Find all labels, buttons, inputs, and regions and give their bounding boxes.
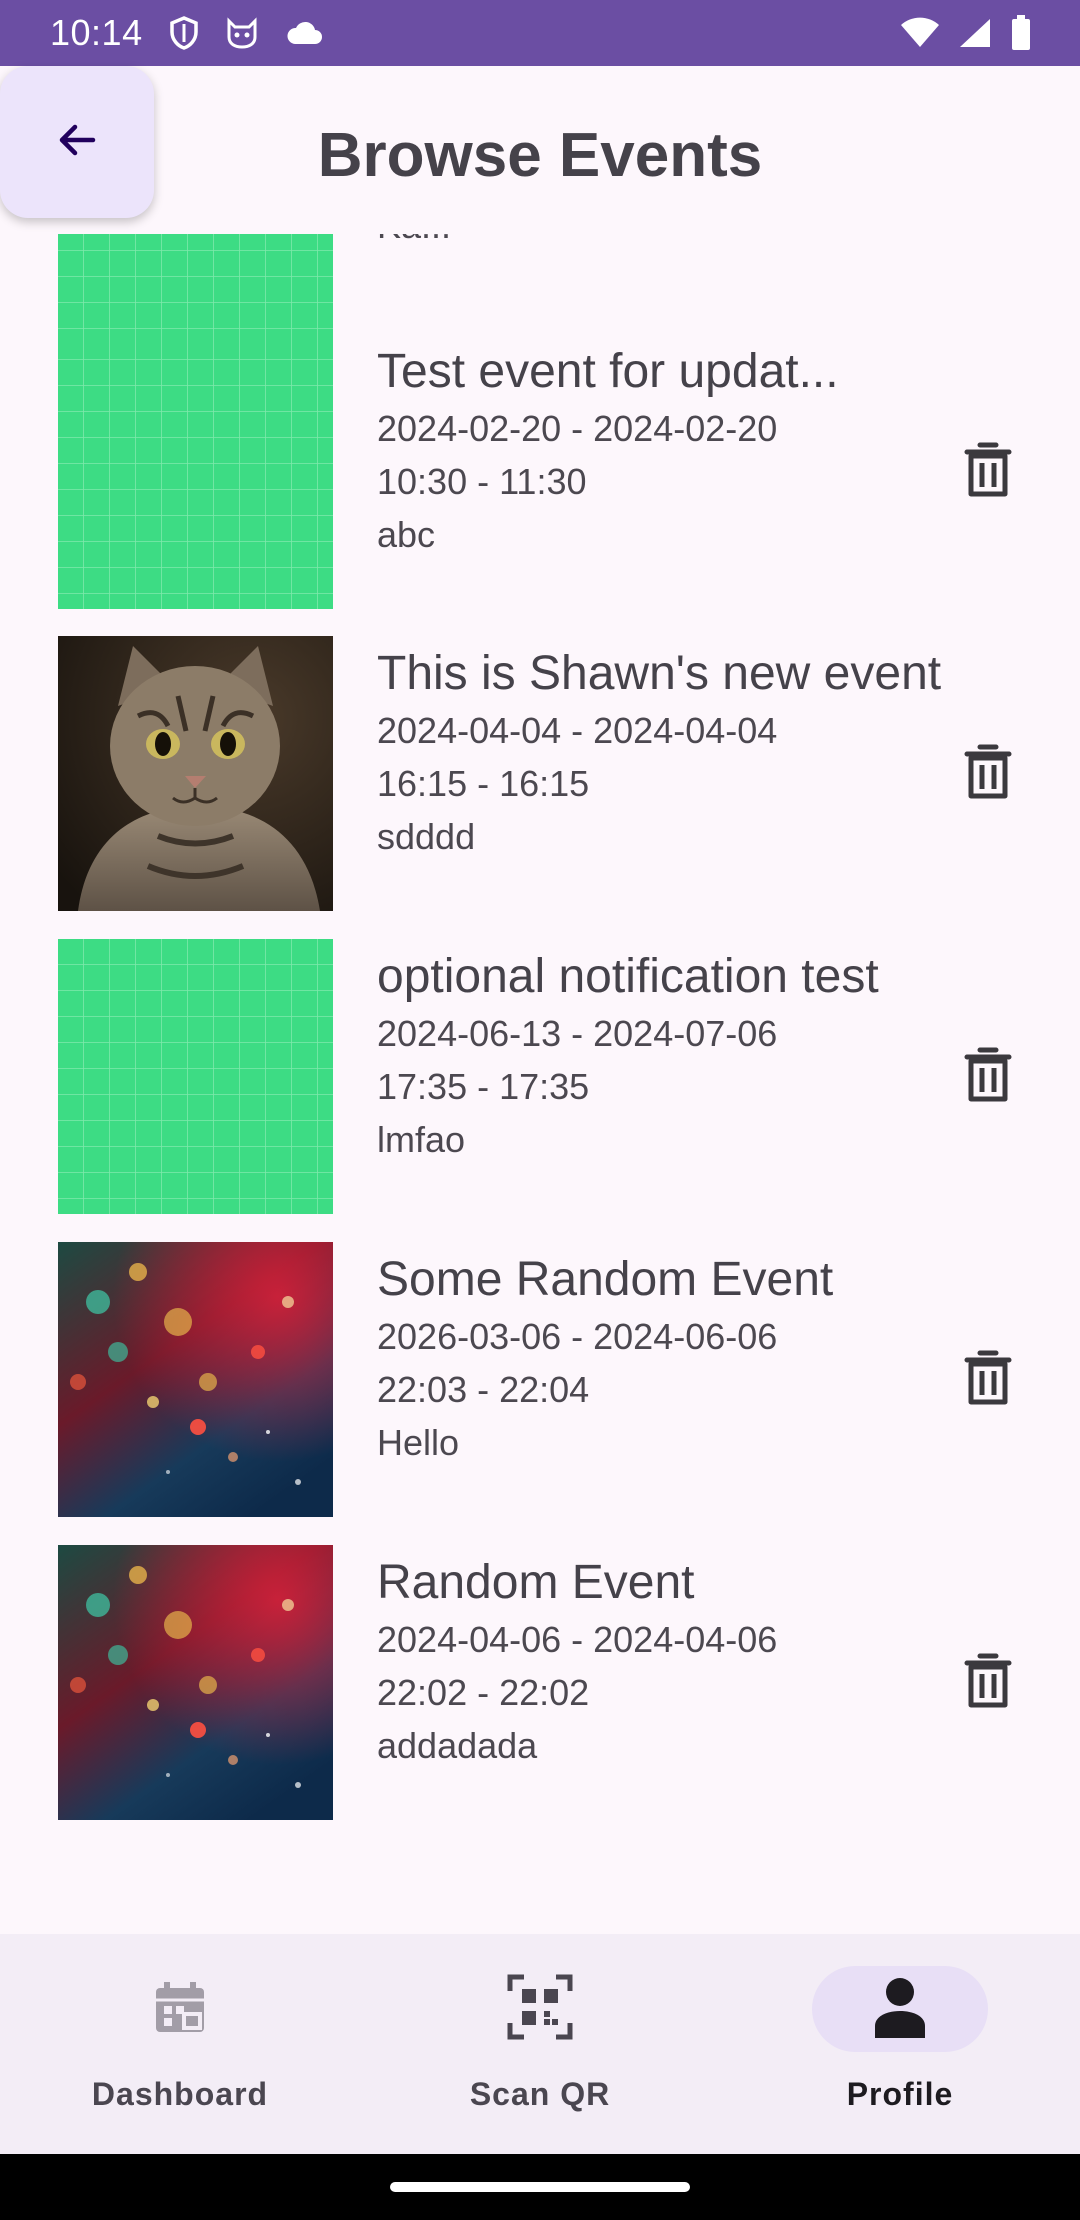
event-title: This is Shawn's new event bbox=[377, 647, 942, 700]
event-details: Random Event 2024-04-06 - 2024-04-06 22:… bbox=[377, 1553, 957, 1772]
trash-icon bbox=[963, 1653, 1013, 1714]
status-bar: 10:14 bbox=[0, 0, 1080, 66]
status-right bbox=[900, 15, 1032, 51]
trash-icon bbox=[963, 744, 1013, 805]
event-details: This is Shawn's new event 2024-04-04 - 2… bbox=[377, 644, 957, 863]
browse-events-screen: 10:14 Browse Events Test event for updat… bbox=[0, 0, 1080, 2220]
wifi-icon bbox=[900, 17, 940, 49]
event-image-bokeh bbox=[58, 1545, 333, 1820]
delete-event-button[interactable] bbox=[950, 1645, 1026, 1721]
event-times: 16:15 - 16:15 bbox=[377, 763, 590, 804]
event-location: sdddd bbox=[377, 816, 476, 857]
trash-icon bbox=[963, 1047, 1013, 1108]
event-location: addadada bbox=[377, 1725, 538, 1766]
event-image-placeholder bbox=[58, 939, 333, 1214]
event-title: optional notification test bbox=[377, 950, 879, 1003]
event-title: Random Event bbox=[377, 1556, 695, 1609]
event-times: 22:03 - 22:04 bbox=[377, 1369, 590, 1410]
cloud-icon bbox=[285, 20, 323, 46]
nav-label: Profile bbox=[846, 2076, 954, 2112]
event-details: Test event for updat... 2024-02-20 - 202… bbox=[377, 342, 957, 561]
event-row[interactable]: This is Shawn's new event 2024-04-04 - 2… bbox=[0, 636, 1080, 911]
nav-label: Dashboard bbox=[91, 2076, 269, 2112]
event-title: Test event for updat... bbox=[377, 345, 839, 398]
nav-label: Scan QR bbox=[469, 2076, 611, 2112]
event-row[interactable]: Random Event 2024-04-06 - 2024-04-06 22:… bbox=[0, 1545, 1080, 1820]
event-dates: 2024-04-06 - 2024-04-06 bbox=[377, 1619, 778, 1660]
event-times: 22:02 - 22:02 bbox=[377, 1672, 590, 1713]
shield-icon bbox=[169, 16, 199, 50]
nav-item-scan-qr[interactable]: Scan QR bbox=[360, 1934, 720, 2154]
status-left: 10:14 bbox=[50, 12, 323, 54]
event-times: 10:30 - 11:30 bbox=[377, 461, 587, 502]
trash-icon bbox=[963, 442, 1013, 503]
event-title: Some Random Event bbox=[377, 1253, 834, 1306]
event-location: Hello bbox=[377, 1422, 460, 1463]
person-icon bbox=[873, 1976, 927, 2043]
calendar-icon bbox=[152, 1980, 208, 2039]
event-row[interactable]: Test event for updat... 2024-02-20 - 202… bbox=[0, 334, 1080, 609]
event-list[interactable]: Ka... Test event for updat... 2024-02-20… bbox=[0, 234, 1080, 1934]
nav-item-dashboard[interactable]: Dashboard bbox=[0, 1934, 360, 2154]
qr-scan-icon bbox=[506, 1973, 574, 2046]
event-row[interactable]: optional notification test 2024-06-13 - … bbox=[0, 939, 1080, 1214]
event-times: 17:35 - 17:35 bbox=[377, 1066, 590, 1107]
bottom-navigation: Dashboard Scan QR Profile bbox=[0, 1934, 1080, 2154]
event-image-cat bbox=[58, 636, 333, 911]
cat-face-icon bbox=[225, 17, 259, 49]
event-location: lmfao bbox=[377, 1119, 466, 1160]
gesture-nav-bar bbox=[0, 2154, 1080, 2220]
delete-event-button[interactable] bbox=[950, 1342, 1026, 1418]
delete-event-button[interactable] bbox=[950, 736, 1026, 812]
battery-icon bbox=[1010, 15, 1032, 51]
nav-icon-container bbox=[92, 1966, 268, 2052]
page-title: Browse Events bbox=[317, 121, 763, 190]
event-image-placeholder bbox=[58, 334, 333, 609]
event-dates: 2026-03-06 - 2024-06-06 bbox=[377, 1316, 778, 1357]
delete-event-button[interactable] bbox=[950, 1039, 1026, 1115]
event-title: Ka... bbox=[377, 234, 451, 247]
nav-active-indicator bbox=[812, 1966, 988, 2052]
nav-icon-container bbox=[452, 1966, 628, 2052]
event-row[interactable]: Some Random Event 2026-03-06 - 2024-06-0… bbox=[0, 1242, 1080, 1517]
event-details: optional notification test 2024-06-13 - … bbox=[377, 947, 957, 1166]
event-image-bokeh bbox=[58, 1242, 333, 1517]
delete-event-button[interactable] bbox=[950, 434, 1026, 510]
event-dates: 2024-04-04 - 2024-04-04 bbox=[377, 710, 778, 751]
signal-icon bbox=[958, 17, 992, 49]
trash-icon bbox=[963, 1350, 1013, 1411]
event-dates: 2024-02-20 - 2024-02-20 bbox=[377, 408, 778, 449]
app-header: Browse Events bbox=[0, 66, 1080, 234]
event-details: Some Random Event 2026-03-06 - 2024-06-0… bbox=[377, 1250, 957, 1469]
event-location: abc bbox=[377, 514, 436, 555]
event-dates: 2024-06-13 - 2024-07-06 bbox=[377, 1013, 778, 1054]
home-gesture-handle[interactable] bbox=[390, 2182, 690, 2192]
nav-item-profile[interactable]: Profile bbox=[720, 1934, 1080, 2154]
status-time: 10:14 bbox=[50, 12, 143, 53]
